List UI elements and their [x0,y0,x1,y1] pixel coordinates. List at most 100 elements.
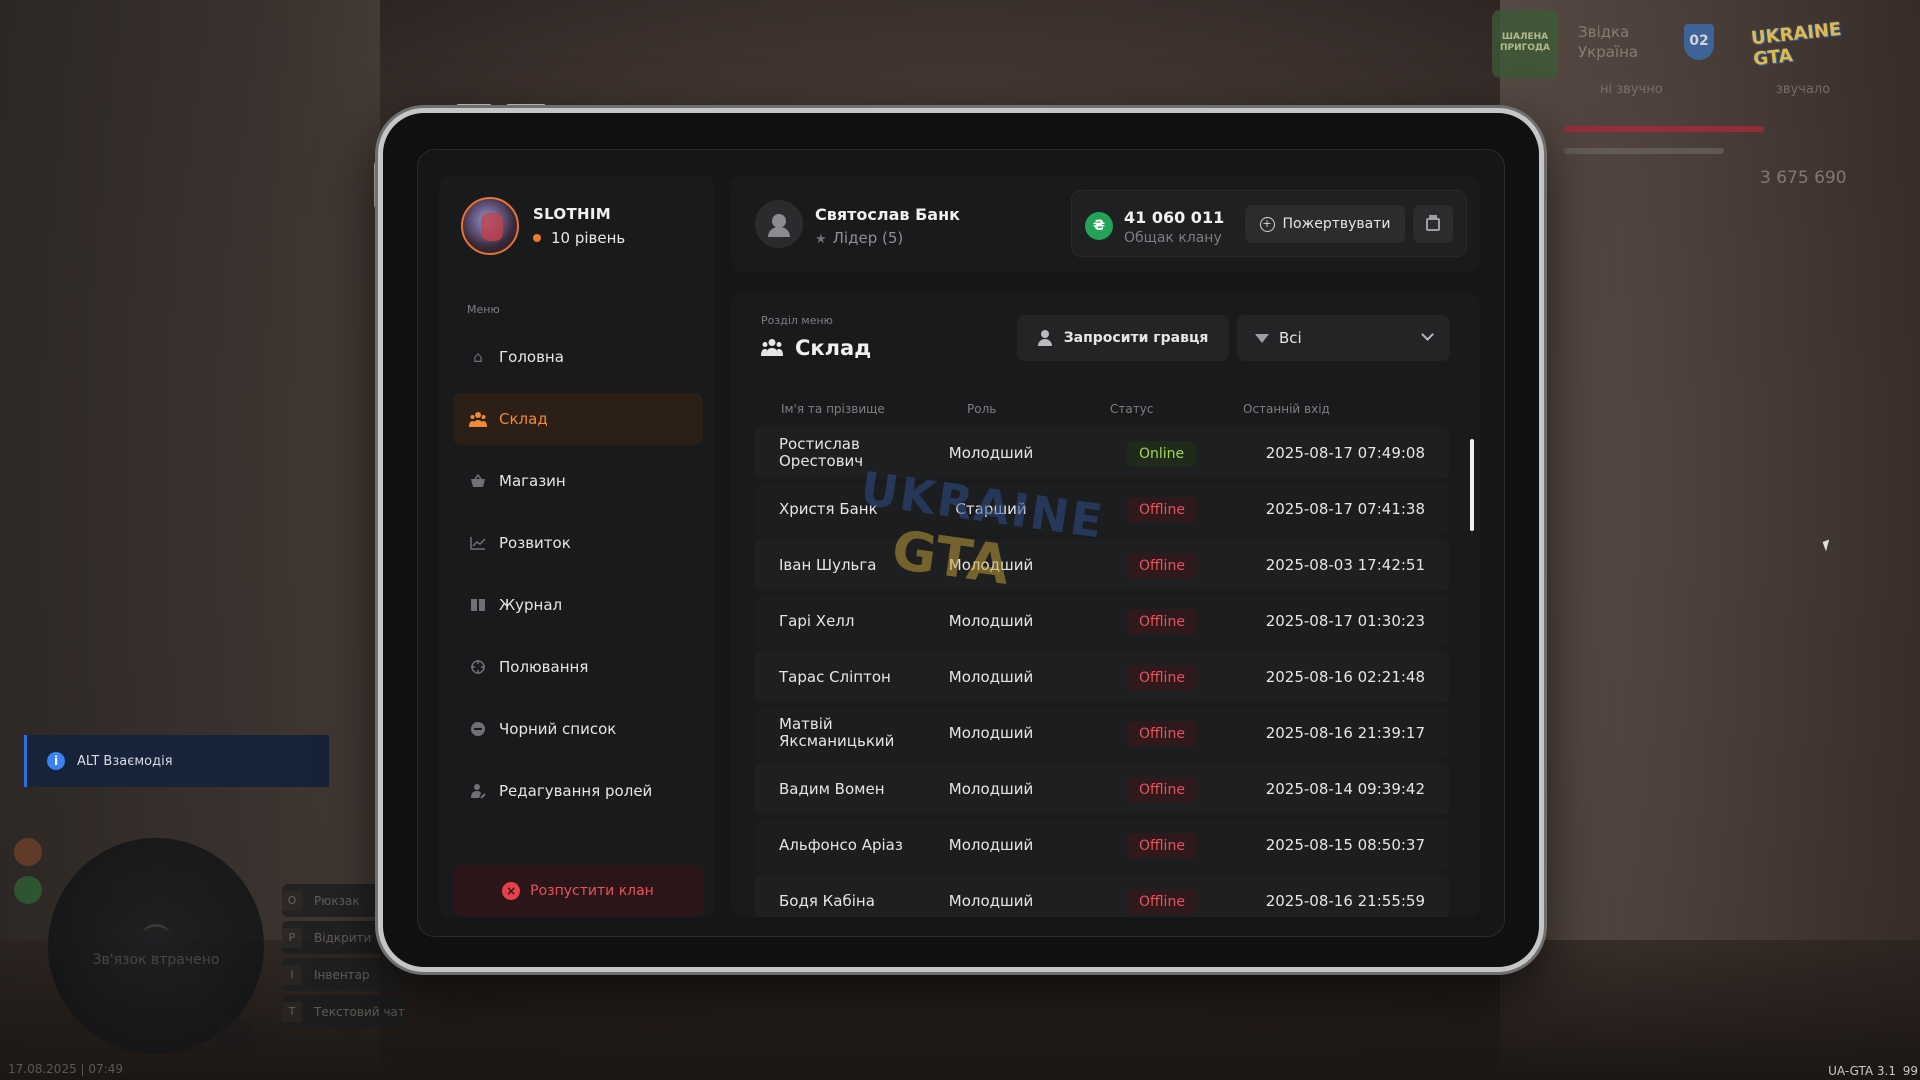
member-name: Ростислав Орестович [779,435,864,470]
roster-panel: Розділ меню Склад Запросити гравця Всі І… [731,292,1480,917]
sidebar-item-roster[interactable]: Склад [453,393,703,445]
team-icon [469,410,487,428]
donate-label: Пожертвувати [1282,216,1391,232]
member-role: Молодший [948,612,1034,630]
sidebar-item-hunting[interactable]: Полювання [453,641,703,693]
team-icon [761,338,785,358]
status-filter-select[interactable]: Всі [1237,315,1450,361]
member-list: Ростислав Орестович Молодший Online 2025… [755,427,1449,917]
member-role: Молодший [948,668,1034,686]
donate-button[interactable]: + Пожертвувати [1245,205,1405,243]
game-logo: UKRAINE GTA [1750,18,1843,71]
member-name: Христя Банк [779,499,878,518]
status-badge: Offline [1127,721,1197,747]
money-display: 3 675 690 [1760,168,1847,188]
profile-name: SLOTHIM [533,205,611,223]
column-header-name: Ім'я та прізвище [781,402,885,416]
member-role: Молодший [948,724,1034,742]
sidebar: SLOTHIM 10 рівень Меню ⌂ Головна Склад М… [439,175,715,917]
table-row[interactable]: Ростислав Орестович Молодший Online 2025… [755,427,1449,479]
member-name: Бодя Кабіна [779,891,875,910]
block-icon [469,720,487,738]
sidebar-item-home[interactable]: ⌂ Головна [453,331,703,383]
table-row[interactable]: Матвій Яксманицький Молодший Offline 202… [755,707,1449,759]
member-last-login: 2025-08-15 08:50:37 [1265,836,1425,854]
sidebar-item-label: Полювання [499,658,589,676]
member-role: Молодший [948,444,1034,462]
sidebar-item-role-editing[interactable]: Редагування ролей [453,765,703,817]
clan-header: Святослав Банк ★ Лідер (5) ₴ 41 060 011 О… [731,175,1480,272]
profile-card: SLOTHIM 10 рівень [461,197,625,255]
member-last-login: 2025-08-16 21:39:17 [1265,724,1425,742]
armor-bar [1564,148,1724,154]
sidebar-item-label: Чорний список [499,720,617,738]
member-role: Молодший [948,780,1034,798]
leader-name: Святослав Банк [815,205,961,224]
user-plus-icon [1037,330,1054,346]
tablet-frame: SLOTHIM 10 рівень Меню ⌂ Головна Склад М… [378,108,1544,972]
invite-player-button[interactable]: Запросити гравця [1017,315,1229,361]
sidebar-menu: ⌂ Головна Склад Магазин Розвиток Журнал … [453,331,703,827]
member-role: Старший [955,500,1027,518]
member-role: Молодший [948,836,1034,854]
table-row[interactable]: Гарі Хелл Молодший Offline 2025-08-17 01… [755,595,1449,647]
status-badge: Offline [1127,553,1197,579]
section-label: Розділ меню [761,314,833,327]
treasury-history-button[interactable] [1413,205,1453,243]
status-badge: Offline [1127,833,1197,859]
status-badge: Offline [1127,497,1197,523]
health-bar [1564,126,1764,132]
disband-label: Розпустити клан [530,883,654,899]
member-last-login: 2025-08-16 21:55:59 [1265,892,1425,910]
treasury-label: Общак клану [1124,230,1222,246]
table-row[interactable]: Христя Банк Старший Offline 2025-08-17 0… [755,483,1449,535]
minimap-status-text: Зв'язок втрачено [92,951,220,968]
member-role: Молодший [948,892,1034,910]
basket-icon [469,472,487,490]
table-row[interactable]: Вадим Вомен Молодший Offline 2025-08-14 … [755,763,1449,815]
alt-hint-label: ALT Взаємодія [77,753,173,769]
treasury-amount: 41 060 011 [1124,208,1225,227]
no-signal-icon [143,923,169,944]
alt-interaction-hint: i ALT Взаємодія [24,735,329,787]
tablet-screen: SLOTHIM 10 рівень Меню ⌂ Головна Склад М… [417,149,1505,937]
disband-clan-button[interactable]: × Розпустити клан [453,865,703,917]
sidebar-item-label: Склад [499,410,548,428]
hud-voice-status-2: звучало [1776,82,1831,97]
table-row[interactable]: Тарас Сліптон Молодший Offline 2025-08-1… [755,651,1449,703]
info-icon: i [47,752,65,770]
archive-icon [1426,214,1440,231]
crosshair-icon [469,658,487,676]
star-icon: ★ [815,232,827,247]
column-header-last-login: Останній вхід [1243,402,1330,416]
sidebar-item-shop[interactable]: Магазин [453,455,703,507]
sidebar-item-development[interactable]: Розвиток [453,517,703,569]
health-icon [14,876,42,904]
sidebar-item-label: Журнал [499,596,563,614]
sidebar-item-blacklist[interactable]: Чорний список [453,703,703,755]
member-name: Матвій Яксманицький [779,715,895,750]
avatar [461,197,519,255]
table-row[interactable]: Бодя Кабіна Молодший Offline 2025-08-16 … [755,875,1449,917]
member-last-login: 2025-08-17 07:41:38 [1265,500,1425,518]
scrollbar[interactable] [1470,439,1474,531]
table-row[interactable]: Іван Шульга Молодший Offline 2025-08-03 … [755,539,1449,591]
shield-badge: 02 [1684,24,1714,60]
filter-icon [1255,333,1269,343]
home-icon: ⌂ [473,348,483,366]
microphone-icon [216,1018,256,1058]
hud-location-text: Звідка Україна [1578,23,1639,61]
status-badge: Offline [1127,609,1197,635]
member-name: Тарас Сліптон [779,667,891,686]
member-last-login: 2025-08-17 07:49:08 [1265,444,1425,462]
hunger-icon [14,838,42,866]
status-badge: Online [1127,441,1197,467]
table-row[interactable]: Альфонсо Аріаз Молодший Offline 2025-08-… [755,819,1449,871]
column-header-role: Роль [967,402,997,416]
sidebar-item-label: Головна [499,348,564,366]
member-role: Молодший [948,556,1034,574]
member-name: Альфонсо Аріаз [779,835,903,854]
sidebar-item-journal[interactable]: Журнал [453,579,703,631]
status-badge: Offline [1127,777,1197,803]
member-last-login: 2025-08-03 17:42:51 [1265,556,1425,574]
